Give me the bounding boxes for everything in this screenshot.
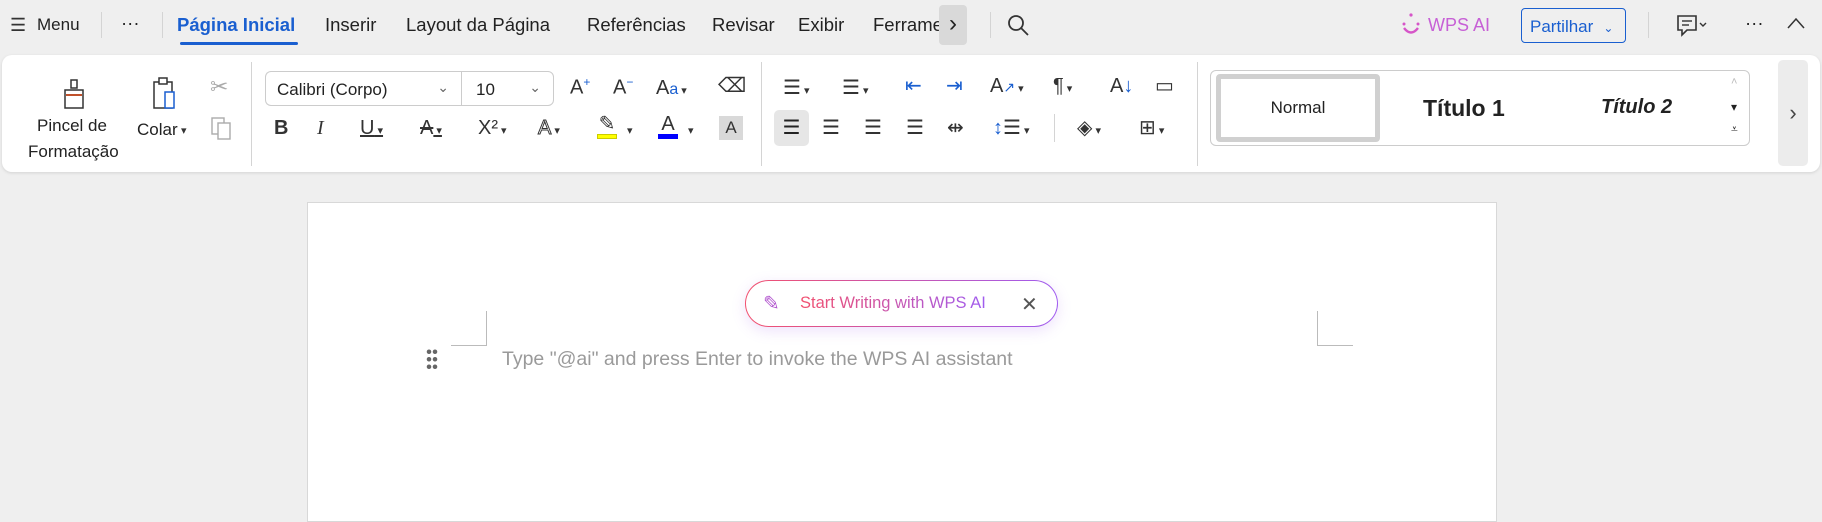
shrink-font-icon[interactable]: A− [613, 76, 633, 98]
styles-scroll-up[interactable]: ˄ [1731, 76, 1737, 88]
font-name-select[interactable]: Calibri (Corpo) ⌄ [265, 71, 461, 106]
more-tabs-button[interactable]: ··· [121, 12, 139, 34]
justify-button[interactable]: ☰ [906, 118, 924, 138]
close-icon[interactable]: ✕ [1021, 292, 1038, 317]
ruler-icon[interactable]: ▭ [1155, 76, 1174, 96]
menu-icon[interactable]: ☰ [10, 16, 26, 34]
grow-font-icon[interactable]: A+ [570, 76, 590, 98]
format-painter-label[interactable]: Pincel de [37, 116, 107, 136]
menu-button[interactable]: Menu [37, 15, 80, 35]
pilcrow-button[interactable]: ¶ ▾ [1053, 76, 1072, 96]
ai-prompt-label: Start Writing with WPS AI [800, 294, 986, 312]
align-center-button[interactable]: ☰ [822, 118, 840, 138]
tab-exibir[interactable]: Exibir [798, 14, 844, 36]
collapse-ribbon-icon[interactable] [1786, 16, 1806, 30]
decrease-indent-icon[interactable]: ⇤ [905, 76, 922, 96]
text-direction-button[interactable]: A↗ ▾ [990, 76, 1024, 96]
cut-icon[interactable]: ✂ [210, 76, 228, 98]
bullets-button[interactable]: ☰ ▾ [783, 78, 810, 98]
shading-button[interactable]: A [719, 116, 743, 140]
wps-ai-icon [1402, 13, 1420, 34]
styles-scroll-down[interactable]: ▾ [1731, 100, 1737, 114]
font-color-button[interactable]: A [658, 114, 678, 139]
tab-revisar[interactable]: Revisar [712, 14, 775, 36]
drag-handle-icon[interactable] [426, 348, 438, 370]
tab-layout[interactable]: Layout da Página [406, 14, 550, 36]
underline-button[interactable]: U ▾ [360, 118, 383, 138]
change-case-icon[interactable]: Aa ▾ [656, 78, 687, 98]
superscript-button[interactable]: X² ▾ [478, 118, 507, 138]
paste-button[interactable]: Colar [137, 120, 178, 140]
chevron-down-icon: ⌄ [529, 79, 541, 95]
ribbon-scroll-right-button[interactable]: › [1778, 60, 1808, 166]
tab-inserir[interactable]: Inserir [325, 14, 376, 36]
increase-indent-icon[interactable]: ⇥ [946, 76, 963, 96]
format-painter-label-2[interactable]: Formatação [28, 142, 119, 162]
styles-expand[interactable]: ⩡ [1731, 122, 1738, 137]
clear-format-icon[interactable]: ⌫ [718, 76, 746, 96]
document-placeholder[interactable]: Type "@ai" and press Enter to invoke the… [502, 348, 1013, 371]
wps-ai-button[interactable]: WPS AI [1428, 15, 1490, 36]
comment-icon[interactable] [1676, 14, 1710, 38]
highlight-button[interactable]: ✎ [597, 114, 617, 139]
style-normal[interactable]: Normal [1216, 74, 1380, 142]
pen-icon: ✎ [763, 293, 780, 315]
numbering-button[interactable]: ☰ ▾ [842, 78, 869, 98]
chevron-down-icon: ⌄ [437, 79, 449, 95]
search-icon[interactable] [1006, 13, 1030, 37]
paste-icon[interactable] [151, 76, 181, 112]
italic-button[interactable]: I [317, 118, 324, 138]
format-painter-icon[interactable] [60, 78, 88, 112]
align-left-button[interactable]: ☰ [774, 110, 809, 146]
style-titulo-2[interactable]: Título 2 [1601, 96, 1672, 119]
text-effect-button[interactable]: A ▾ [538, 118, 560, 139]
more-options-button[interactable]: ··· [1745, 12, 1763, 34]
tabs-scroll-right-button[interactable]: › [939, 5, 967, 45]
ai-prompt-pill[interactable]: ✎ Start Writing with WPS AI ✕ [745, 280, 1058, 327]
sort-icon[interactable]: A↓ [1110, 76, 1133, 96]
tab-ferramentas[interactable]: Ferrame [873, 14, 941, 36]
font-size-select[interactable]: 10 ⌄ [461, 71, 554, 106]
active-tab-underline [180, 42, 298, 45]
line-spacing-button[interactable]: ↕☰ ▾ [993, 118, 1030, 138]
strikethrough-button[interactable]: A ▾ [420, 118, 442, 138]
borders-button[interactable]: ⊞ ▾ [1139, 118, 1164, 138]
bold-button[interactable]: B [274, 118, 288, 138]
style-titulo-1[interactable]: Título 1 [1423, 95, 1505, 122]
share-button[interactable]: Partilhar ⌄ [1521, 8, 1626, 43]
copy-icon[interactable] [210, 116, 232, 140]
align-right-button[interactable]: ☰ [864, 118, 882, 138]
tab-pagina-inicial[interactable]: Página Inicial [177, 14, 295, 36]
paragraph-fill-button[interactable]: ◈ ▾ [1077, 118, 1101, 138]
distributed-button[interactable]: ⇹ [947, 118, 964, 138]
tab-referencias[interactable]: Referências [587, 14, 686, 36]
